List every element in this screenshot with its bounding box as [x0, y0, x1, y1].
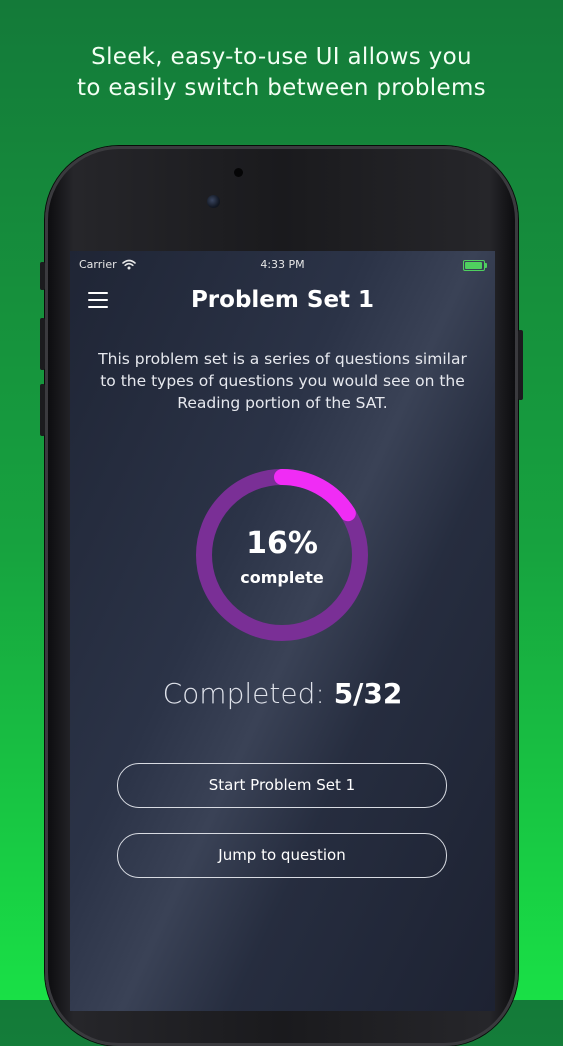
- phone-volume-down-button: [40, 384, 45, 436]
- battery-icon: [463, 260, 487, 271]
- phone-power-button: [518, 330, 523, 400]
- completed-value: 5/32: [333, 677, 403, 710]
- phone-volume-up-button: [40, 318, 45, 370]
- promo-tagline: Sleek, easy-to-use UI allows you to easi…: [0, 42, 563, 104]
- phone-speaker: [234, 168, 243, 177]
- progress-text: 16% complete: [196, 469, 368, 641]
- tagline-line-1: Sleek, easy-to-use UI allows you: [91, 44, 472, 70]
- page-title: Problem Set 1: [190, 287, 375, 313]
- progress-percent: 16%: [246, 526, 318, 561]
- jump-to-question-button[interactable]: Jump to question: [117, 833, 447, 878]
- phone-mute-switch: [40, 262, 45, 290]
- problem-set-description: This problem set is a series of question…: [98, 350, 467, 412]
- progress-ring: 16% complete: [196, 469, 368, 641]
- status-time: 4:33 PM: [260, 258, 305, 271]
- battery-fill: [465, 262, 482, 269]
- completed-label: Completed:: [162, 677, 325, 710]
- progress-label: complete: [240, 568, 324, 587]
- tagline-line-2: to easily switch between problems: [77, 75, 486, 101]
- status-bar: Carrier 4:33 PM: [70, 257, 495, 275]
- app-screen: Carrier 4:33 PM Problem Set 1 This probl…: [70, 251, 495, 1011]
- start-problem-set-button[interactable]: Start Problem Set 1: [117, 763, 447, 808]
- phone-camera: [207, 195, 220, 208]
- completed-count: Completed: 5/32: [70, 677, 495, 710]
